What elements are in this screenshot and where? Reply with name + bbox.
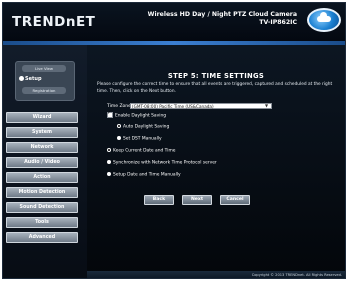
sync-ntp-label: Synchronize with Network Time Protocol s… xyxy=(113,160,217,166)
setup-label: Setup xyxy=(25,76,42,82)
auto-dst-option[interactable]: Auto Daylight Saving xyxy=(117,124,169,131)
time-zone-select[interactable]: (GMT-08:00) Pacific Time (US&Canada) ▼ xyxy=(130,103,272,109)
cloud-icon[interactable] xyxy=(307,8,341,32)
app-frame: TRENDnET Wireless HD Day / Night PTZ Clo… xyxy=(2,2,346,279)
auto-dst-radio[interactable] xyxy=(117,124,121,128)
next-button[interactable]: Next xyxy=(182,195,212,205)
sidebar-item-sound-detection[interactable]: Sound Detection xyxy=(6,202,78,213)
enable-dst-checkbox[interactable] xyxy=(107,110,113,118)
product-model: TV-IP862IC xyxy=(259,19,297,26)
sidebar: Live View Setup Registration Wizard Syst… xyxy=(3,45,87,278)
sidebar-item-motion-detection[interactable]: Motion Detection xyxy=(6,187,78,198)
setup-button[interactable]: Setup xyxy=(19,75,42,83)
footer: Copyright © 2013 TRENDnet. All Rights Re… xyxy=(87,271,345,278)
sync-ntp-option[interactable]: Synchronize with Network Time Protocol s… xyxy=(107,160,217,167)
page-title: STEP 5: TIME SETTINGS xyxy=(167,72,265,80)
setup-radio-icon xyxy=(19,76,24,81)
keep-current-radio[interactable] xyxy=(107,148,111,152)
sync-ntp-radio[interactable] xyxy=(107,160,111,164)
sidebar-item-audio-video[interactable]: Audio / Video xyxy=(6,157,78,168)
product-title: Wireless HD Day / Night PTZ Cloud Camera xyxy=(147,11,297,18)
time-zone-row: Time Zone (GMT-08:00) Pacific Time (US&C… xyxy=(107,103,272,110)
time-zone-label: Time Zone xyxy=(107,104,131,109)
set-manually-option[interactable]: Setup Date and Time Manually xyxy=(107,172,181,179)
cancel-button[interactable]: Cancel xyxy=(220,195,250,205)
sidebar-item-network[interactable]: Network xyxy=(6,142,78,153)
sidebar-menu: Wizard System Network Audio / Video Acti… xyxy=(6,112,78,247)
keep-current-label: Keep Current Date and Time xyxy=(113,148,176,154)
intro-text: Please configure the correct time to ens… xyxy=(97,82,333,94)
live-view-button[interactable]: Live View xyxy=(22,65,66,72)
registration-button[interactable]: Registration xyxy=(22,87,66,94)
main-content: STEP 5: TIME SETTINGS Please configure t… xyxy=(87,45,345,278)
time-zone-value: (GMT-08:00) Pacific Time (US&Canada) xyxy=(132,104,214,109)
keep-current-option[interactable]: Keep Current Date and Time xyxy=(107,148,175,155)
sidebar-item-advanced[interactable]: Advanced xyxy=(6,232,78,243)
sidebar-item-wizard[interactable]: Wizard xyxy=(6,112,78,123)
sidebar-item-action[interactable]: Action xyxy=(6,172,78,183)
sidebar-item-system[interactable]: System xyxy=(6,127,78,138)
copyright-text: Copyright © 2013 TRENDnet. All Rights Re… xyxy=(251,273,342,277)
enable-dst-label: Enable Daylight Saving xyxy=(115,113,167,119)
set-dst-manually-radio[interactable] xyxy=(117,136,121,140)
auto-dst-label: Auto Daylight Saving xyxy=(123,124,170,130)
set-manually-radio[interactable] xyxy=(107,172,111,176)
enable-dst-option[interactable]: Enable Daylight Saving xyxy=(107,110,167,120)
set-dst-manually-option[interactable]: Set DST Manually xyxy=(117,136,162,143)
set-dst-manually-label: Set DST Manually xyxy=(123,136,162,142)
chevron-down-icon: ▼ xyxy=(265,103,269,108)
back-button[interactable]: Back xyxy=(144,195,174,205)
trendnet-logo: TRENDnET xyxy=(12,14,96,30)
set-manually-label: Setup Date and Time Manually xyxy=(113,172,181,178)
header: TRENDnET Wireless HD Day / Night PTZ Clo… xyxy=(3,3,345,41)
sidebar-item-tools[interactable]: Tools xyxy=(6,217,78,228)
view-panel: Live View Setup Registration xyxy=(15,61,75,101)
